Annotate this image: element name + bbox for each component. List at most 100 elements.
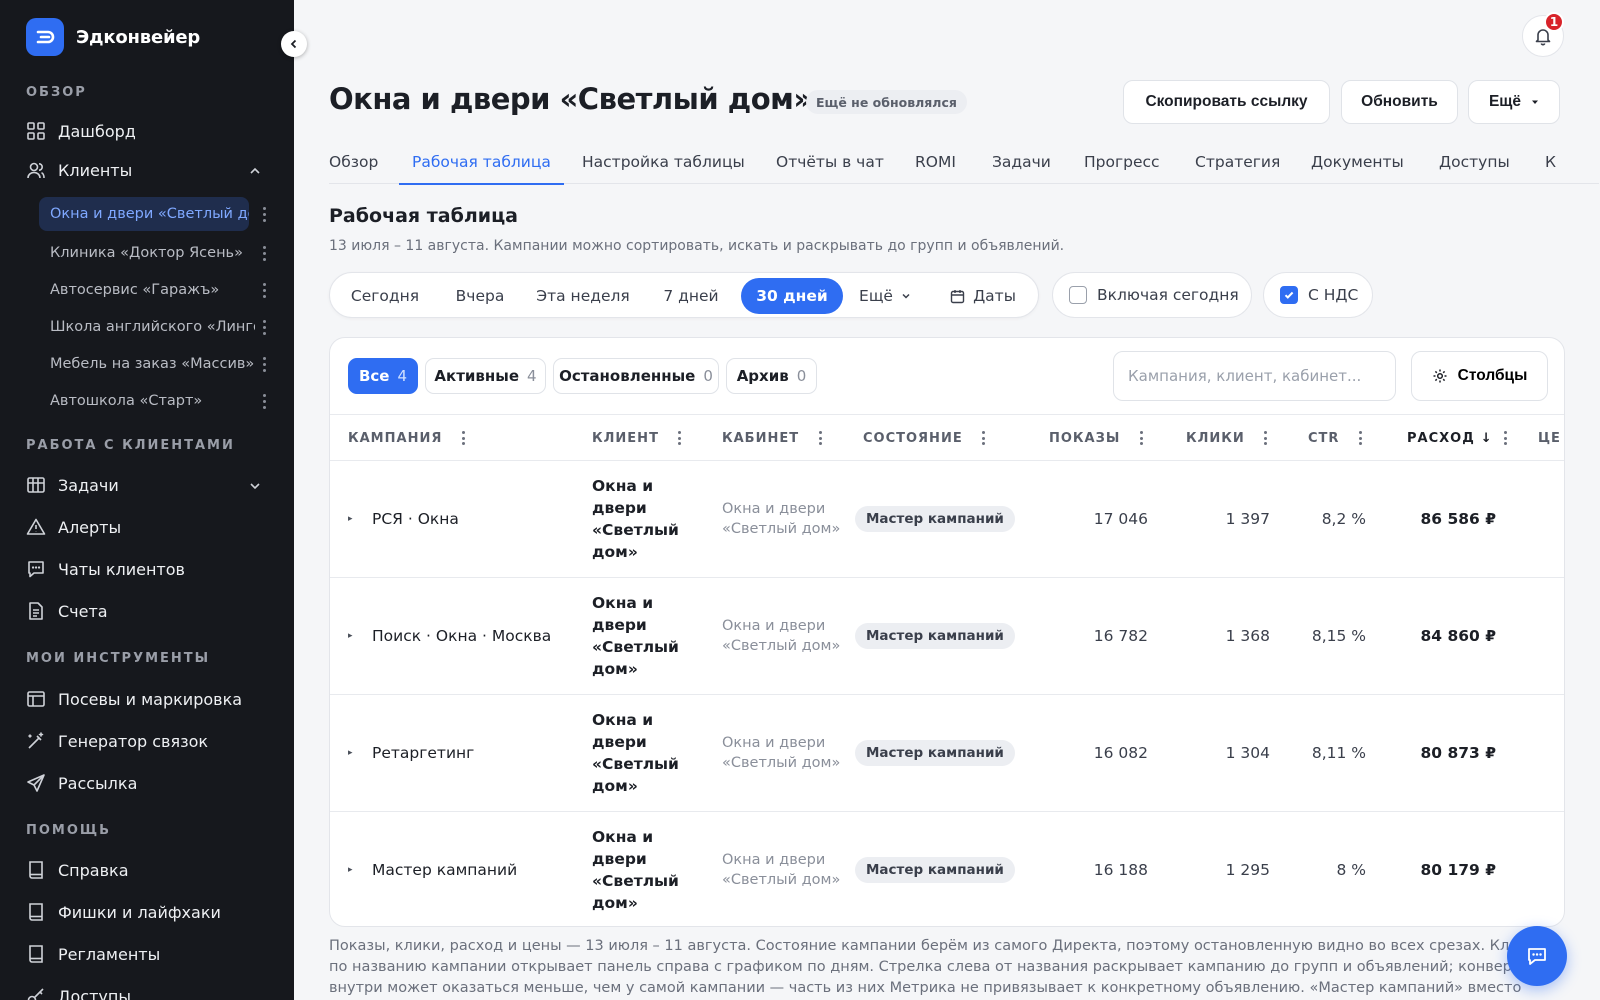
support-chat-button[interactable]	[1507, 926, 1567, 986]
tab-strategy[interactable]: Стратегия	[1195, 140, 1280, 184]
tab-worktable[interactable]: Рабочая таблица	[399, 140, 564, 185]
column-header-spend[interactable]: РАСХОД ↓	[1407, 415, 1511, 461]
sidebar-item-clients[interactable]: Клиенты	[26, 155, 270, 185]
client-item-massiv[interactable]: Мебель на заказ «Массив»	[39, 347, 274, 381]
users-icon	[26, 160, 46, 180]
column-header-state[interactable]: СОСТОЯНИЕ	[863, 415, 989, 461]
state-cell: Мастер кампаний	[855, 578, 1015, 694]
sidebar-item-label: Дашборд	[58, 121, 136, 141]
campaign-name[interactable]: Мастер кампаний	[372, 812, 587, 926]
expand-row-icon[interactable]: ▸	[348, 812, 360, 926]
period-7-days[interactable]: 7 дней	[646, 278, 736, 314]
client-menu-icon[interactable]	[258, 243, 270, 263]
sidebar-item-invoices[interactable]: Счета	[26, 596, 270, 626]
column-header-clicks[interactable]: КЛИКИ	[1186, 415, 1271, 461]
tab-progress[interactable]: Прогресс	[1084, 140, 1160, 184]
sidebar-item-tasks[interactable]: Задачи	[26, 470, 270, 500]
columns-button-label: Столбцы	[1457, 367, 1528, 384]
copy-link-button[interactable]: Скопировать ссылку	[1123, 80, 1330, 124]
sidebar-item-reference[interactable]: Справка	[26, 855, 270, 885]
update-status-badge: Ещё не обновлялся	[806, 90, 967, 114]
campaign-name[interactable]: РСЯ · Окна	[372, 461, 587, 577]
client-menu-icon[interactable]	[258, 204, 270, 224]
period-today[interactable]: Сегодня	[336, 278, 434, 314]
chevron-up-icon[interactable]	[248, 163, 262, 182]
client-item-svetly-dom[interactable]: Окна и двери «Светлый дом»	[39, 197, 249, 231]
sidebar-item-dashboard[interactable]: Дашборд	[26, 116, 270, 146]
client-menu-icon[interactable]	[258, 317, 270, 337]
tab-romi[interactable]: ROMI	[915, 140, 956, 184]
refresh-button[interactable]: Обновить	[1341, 80, 1458, 124]
columns-button[interactable]: Столбцы	[1411, 351, 1548, 401]
filter-stopped[interactable]: Остановленные 0	[553, 358, 719, 394]
column-menu-icon[interactable]	[979, 431, 989, 445]
filter-all[interactable]: Все 4	[348, 358, 418, 394]
period-30-days[interactable]: 30 дней	[741, 278, 843, 314]
table-row[interactable]: ▸ Поиск · Окна · Москва Окна и двери «Св…	[330, 578, 1564, 695]
sidebar-item-label: Регламенты	[58, 944, 161, 964]
tab-overflow[interactable]: К	[1545, 140, 1556, 184]
column-header-client[interactable]: КЛИЕНТ	[592, 415, 685, 461]
column-menu-icon[interactable]	[1136, 431, 1146, 445]
table-row[interactable]: ▸ Ретаргетинг Окна и двери «Светлый дом»…	[330, 695, 1564, 812]
period-yesterday[interactable]: Вчера	[440, 278, 520, 314]
column-menu-icon[interactable]	[815, 431, 825, 445]
campaign-name[interactable]: Поиск · Окна · Москва	[372, 578, 587, 694]
column-header-cabinet[interactable]: КАБИНЕТ	[722, 415, 825, 461]
column-menu-icon[interactable]	[1355, 431, 1365, 445]
expand-row-icon[interactable]: ▸	[348, 578, 360, 694]
vat-toggle[interactable]: С НДС	[1263, 272, 1373, 318]
filter-archive[interactable]: Архив 0	[726, 358, 817, 394]
sidebar-item-tips[interactable]: Фишки и лайфхаки	[26, 897, 270, 927]
chevron-down-icon[interactable]	[248, 478, 262, 497]
campaign-name[interactable]: Ретаргетинг	[372, 695, 587, 811]
sidebar-item-alerts[interactable]: Алерты	[26, 512, 270, 542]
sidebar-item-client-chats[interactable]: Чаты клиентов	[26, 554, 270, 584]
collapse-sidebar-button[interactable]	[281, 31, 307, 57]
client-menu-icon[interactable]	[258, 354, 270, 374]
vat-checkbox[interactable]	[1280, 286, 1298, 304]
expand-row-icon[interactable]: ▸	[348, 461, 360, 577]
more-button[interactable]: Ещё	[1468, 80, 1560, 124]
sidebar-item-mailing[interactable]: Рассылка	[26, 768, 270, 798]
tab-overview[interactable]: Обзор	[329, 140, 378, 184]
include-today-toggle[interactable]: Включая сегодня	[1052, 272, 1252, 318]
column-header-impressions[interactable]: ПОКАЗЫ	[1049, 415, 1146, 461]
expand-row-icon[interactable]: ▸	[348, 695, 360, 811]
client-item-start[interactable]: Автошкола «Старт»	[39, 384, 274, 418]
state-cell: Мастер кампаний	[855, 695, 1015, 811]
column-header-ctr[interactable]: CTR	[1308, 415, 1365, 461]
sidebar-item-bundle-generator[interactable]: Генератор связок	[26, 726, 270, 756]
column-menu-icon[interactable]	[458, 431, 468, 445]
sidebar-item-regulations[interactable]: Регламенты	[26, 939, 270, 969]
tab-accesses[interactable]: Доступы	[1439, 140, 1510, 184]
brand[interactable]: Эдконвейер	[26, 17, 200, 57]
client-item-doktor-yasen[interactable]: Клиника «Доктор Ясень»	[39, 236, 274, 270]
table-row[interactable]: ▸ Мастер кампаний Окна и двери «Светлый …	[330, 812, 1564, 926]
tab-chat-reports[interactable]: Отчёты в чат	[776, 140, 884, 184]
period-more-dropdown[interactable]: Ещё	[848, 278, 922, 314]
tab-tasks[interactable]: Задачи	[992, 140, 1051, 184]
client-item-lingo[interactable]: Школа английского «Линго»	[39, 310, 274, 344]
sidebar-item-label: Доступы	[58, 986, 131, 1000]
client-menu-icon[interactable]	[258, 391, 270, 411]
column-menu-icon[interactable]	[675, 431, 685, 445]
column-menu-icon[interactable]	[1501, 431, 1511, 445]
column-menu-icon[interactable]	[1261, 431, 1271, 445]
tab-documents[interactable]: Документы	[1311, 140, 1404, 184]
include-today-checkbox[interactable]	[1069, 286, 1087, 304]
table-row[interactable]: ▸ РСЯ · Окна Окна и двери «Светлый дом» …	[330, 461, 1564, 578]
filter-active[interactable]: Активные 4	[425, 358, 546, 394]
column-header-price[interactable]: ЦЕ	[1538, 415, 1561, 461]
date-range-label: Даты	[973, 287, 1016, 305]
period-selector: Сегодня Вчера Эта неделя 7 дней 30 дней …	[329, 272, 1039, 318]
date-range-button[interactable]: Даты	[933, 278, 1033, 314]
search-input[interactable]	[1113, 351, 1396, 401]
client-menu-icon[interactable]	[258, 280, 270, 300]
sidebar-item-accesses[interactable]: Доступы	[26, 981, 270, 1000]
tab-table-settings[interactable]: Настройка таблицы	[582, 140, 745, 184]
column-header-campaign[interactable]: КАМПАНИЯ	[348, 415, 468, 461]
sidebar-item-seeding[interactable]: Посевы и маркировка	[26, 684, 270, 714]
client-item-garazh[interactable]: Автосервис «Гаражъ»	[39, 273, 274, 307]
period-this-week[interactable]: Эта неделя	[526, 278, 640, 314]
